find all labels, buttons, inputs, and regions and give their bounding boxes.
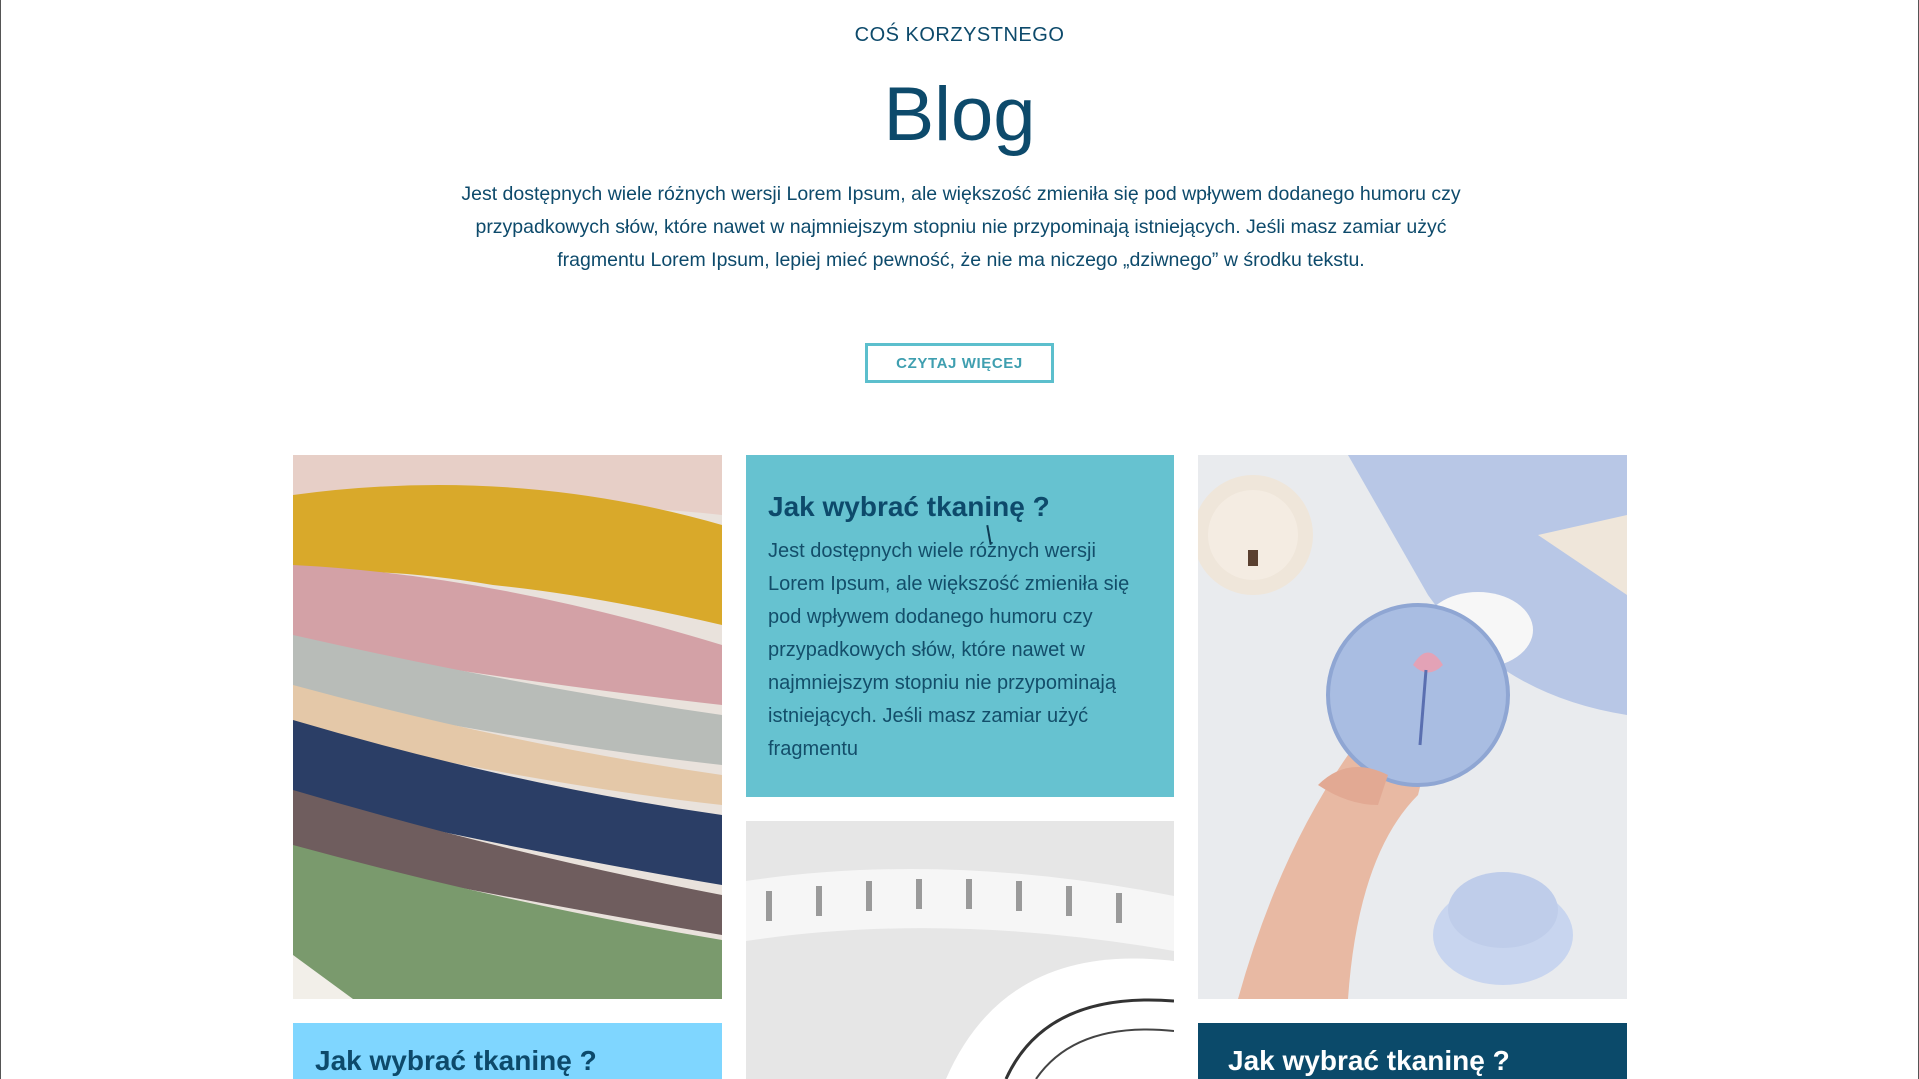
blog-section: COŚ KORZYSTNEGO Blog Jest dostępnych wie… bbox=[0, 0, 1919, 1079]
measuring-tape-photo bbox=[746, 821, 1174, 1079]
read-more-button[interactable]: CZYTAJ WIĘCEJ bbox=[865, 343, 1054, 383]
post-card-left-title[interactable]: Jak wybrać tkaninę ? bbox=[315, 1043, 700, 1079]
section-eyebrow: COŚ KORZYSTNEGO bbox=[854, 24, 1065, 46]
featured-post-title[interactable]: Jak wybrać tkaninę ? bbox=[768, 489, 1152, 525]
cosmetic-pad-image[interactable] bbox=[1198, 455, 1627, 999]
cosmetic-pad-photo bbox=[1198, 455, 1627, 999]
featured-post-card[interactable]: Jak wybrać tkaninę ? Jest dostępnych wie… bbox=[746, 455, 1174, 797]
post-card-right-title[interactable]: Jak wybrać tkaninę ? bbox=[1228, 1043, 1605, 1079]
post-card-left[interactable]: Jak wybrać tkaninę ? bbox=[293, 1023, 722, 1079]
section-title: Blog bbox=[883, 72, 1036, 157]
fabrics-photo bbox=[293, 455, 722, 999]
post-card-right[interactable]: Jak wybrać tkaninę ? bbox=[1198, 1023, 1627, 1079]
featured-post-excerpt: Jest dostępnych wiele różnych wersji Lor… bbox=[768, 540, 1130, 760]
fabrics-image[interactable] bbox=[293, 455, 722, 999]
measuring-tape-image[interactable] bbox=[746, 821, 1174, 1079]
section-intro: Jest dostępnych wiele różnych wersji Lor… bbox=[461, 183, 1461, 271]
